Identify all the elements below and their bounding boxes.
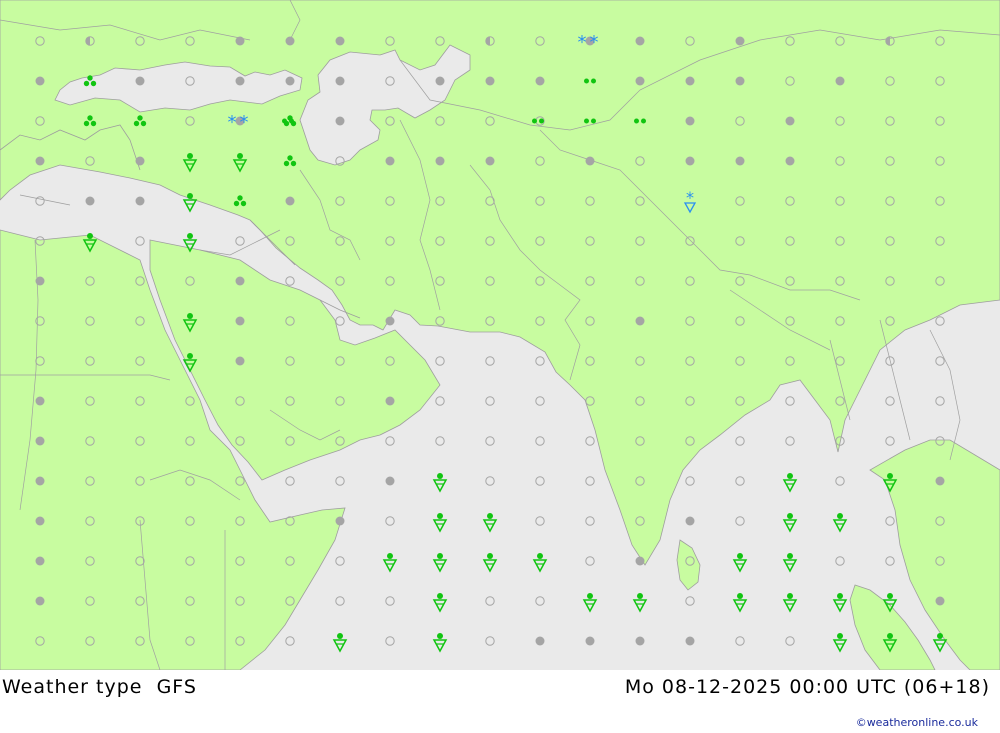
cloudy-symbol [635, 636, 645, 646]
svg-text:*: * [578, 32, 587, 53]
cloudy-symbol [385, 156, 395, 166]
cloudy-symbol [35, 436, 45, 446]
cloudy-symbol [635, 36, 645, 46]
cloudy-symbol [335, 516, 345, 526]
cloudy-symbol [785, 116, 795, 126]
cloudy-symbol [435, 76, 445, 86]
cloudy-symbol [35, 596, 45, 606]
source-credit[interactable]: ©weatheronline.co.uk [856, 716, 978, 729]
cloudy-symbol [735, 156, 745, 166]
cloudy-symbol [635, 316, 645, 326]
cloudy-symbol [335, 116, 345, 126]
cloudy-symbol [685, 636, 695, 646]
cloudy-symbol [285, 36, 295, 46]
cloudy-symbol [485, 76, 495, 86]
cloudy-symbol [235, 276, 245, 286]
cloudy-symbol [135, 196, 145, 206]
cloudy-symbol [935, 476, 945, 486]
cloudy-symbol [135, 156, 145, 166]
valid-datetime: Mo 08-12-2025 00:00 UTC (06+18) [624, 676, 990, 698]
cloudy-symbol [35, 76, 45, 86]
cloudy-symbol [235, 356, 245, 366]
svg-text:*: * [686, 188, 694, 207]
cloudy-symbol [685, 516, 695, 526]
cloudy-symbol [585, 636, 595, 646]
cloudy-symbol [535, 636, 545, 646]
cloudy-symbol [735, 36, 745, 46]
svg-text:*: * [590, 32, 599, 53]
cloudy-symbol [335, 36, 345, 46]
weather-map: * * * * * [0, 0, 1000, 670]
cloudy-symbol [635, 76, 645, 86]
cloudy-symbol [385, 316, 395, 326]
cloudy-symbol [285, 76, 295, 86]
cloudy-symbol [585, 156, 595, 166]
cloudy-symbol [35, 556, 45, 566]
cloudy-symbol [335, 76, 345, 86]
cloudy-symbol [35, 156, 45, 166]
cloudy-symbol [685, 116, 695, 126]
cloudy-symbol [685, 156, 695, 166]
cloudy-symbol [485, 156, 495, 166]
cloudy-symbol [35, 476, 45, 486]
cloudy-symbol [385, 396, 395, 406]
cloudy-symbol [35, 276, 45, 286]
cloudy-symbol [635, 556, 645, 566]
cloudy-symbol [85, 196, 95, 206]
cloudy-symbol [785, 156, 795, 166]
cloudy-symbol [385, 476, 395, 486]
cloudy-symbol [235, 316, 245, 326]
cloudy-symbol [835, 76, 845, 86]
cloudy-symbol [535, 76, 545, 86]
cloudy-symbol [135, 76, 145, 86]
svg-text:*: * [240, 112, 249, 133]
cloudy-symbol [35, 396, 45, 406]
cloudy-symbol [935, 596, 945, 606]
svg-text:*: * [228, 112, 237, 133]
cloudy-symbol [235, 36, 245, 46]
map-title: Weather type GFS [2, 676, 197, 698]
cloudy-symbol [435, 156, 445, 166]
cloudy-symbol [685, 76, 695, 86]
cloudy-symbol [235, 76, 245, 86]
cloudy-symbol [35, 516, 45, 526]
cloudy-symbol [735, 76, 745, 86]
cloudy-symbol [285, 196, 295, 206]
